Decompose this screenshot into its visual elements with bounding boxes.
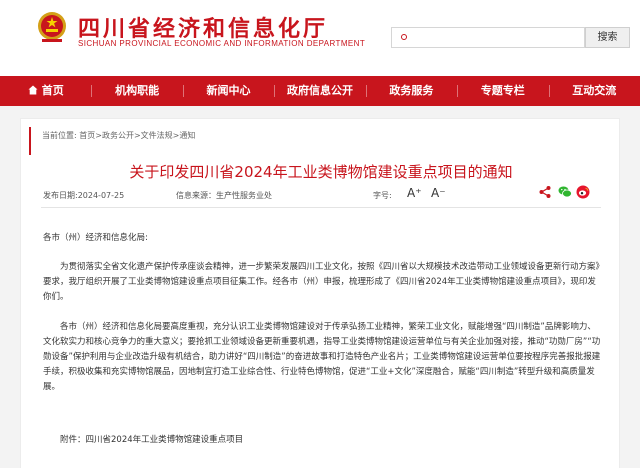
nav-item-label: 互动交流: [572, 84, 617, 97]
nav-item-label: 新闻中心: [206, 84, 251, 97]
font-size-label: 字号:: [373, 191, 392, 200]
national-emblem-icon: [38, 12, 66, 42]
font-larger-button[interactable]: A⁺: [407, 186, 422, 200]
site-header: 四川省经济和信息化厅 SICHUAN PROVINCIAL ECONOMIC A…: [0, 0, 640, 76]
wechat-icon[interactable]: [558, 185, 572, 199]
nav-item-institution[interactable]: 机构职能: [91, 76, 182, 106]
site-subtitle: SICHUAN PROVINCIAL ECONOMIC AND INFORMAT…: [78, 39, 366, 48]
nav-item-topics[interactable]: 专题专栏: [457, 76, 548, 106]
info-source: 信息来源：生产性服务业处: [176, 191, 272, 200]
article-paragraph-1: 为贯彻落实全省文化遗产保护传承座谈会精神，进一步繁荣发展四川工业文化，按照《四川…: [43, 262, 600, 302]
breadcrumb-marker: [29, 127, 31, 155]
article-panel: 当前位置: 首页>政务公开>文件法规>通知 关于印发四川省2024年工业类博物馆…: [20, 118, 620, 468]
publish-date: 发布日期:2024-07-25: [43, 191, 125, 200]
nav-item-home[interactable]: 首页: [0, 76, 91, 106]
share-icon[interactable]: [538, 185, 552, 199]
breadcrumb[interactable]: 当前位置: 首页>政务公开>文件法规>通知: [42, 130, 195, 141]
search-button[interactable]: 搜索: [585, 27, 630, 48]
nav-item-label: 机构职能: [115, 84, 160, 97]
weibo-icon[interactable]: [576, 185, 590, 199]
article-paragraph-2: 各市（州）经济和信息化局要高度重视，充分认识工业类博物馆建设对于传承弘扬工业精神…: [43, 322, 601, 392]
nav-item-interaction[interactable]: 互动交流: [548, 76, 640, 106]
home-icon: [28, 85, 38, 95]
search-icon: [401, 34, 407, 40]
article-salutation: 各市（州）经济和信息化局:: [43, 233, 148, 243]
nav-item-news[interactable]: 新闻中心: [182, 76, 274, 106]
nav-item-label: 专题专栏: [480, 84, 525, 97]
article-attachment[interactable]: 附件：四川省2024年工业类博物馆建设重点项目: [43, 433, 603, 448]
nav-item-label: 首页: [41, 84, 64, 97]
nav-item-label: 政务服务: [389, 84, 434, 97]
meta-divider: [41, 207, 601, 208]
main-nav: 首页 机构职能 新闻中心 政府信息公开 政务服务 专题专栏 互动交流: [0, 76, 640, 106]
search-input[interactable]: [391, 27, 585, 48]
nav-item-gov-info[interactable]: 政府信息公开: [274, 76, 365, 106]
article-title: 关于印发四川省2024年工业类博物馆建设重点项目的通知: [129, 163, 513, 181]
nav-item-services[interactable]: 政务服务: [365, 76, 457, 106]
nav-item-label: 政府信息公开: [286, 84, 353, 97]
font-smaller-button[interactable]: A⁻: [431, 186, 446, 200]
